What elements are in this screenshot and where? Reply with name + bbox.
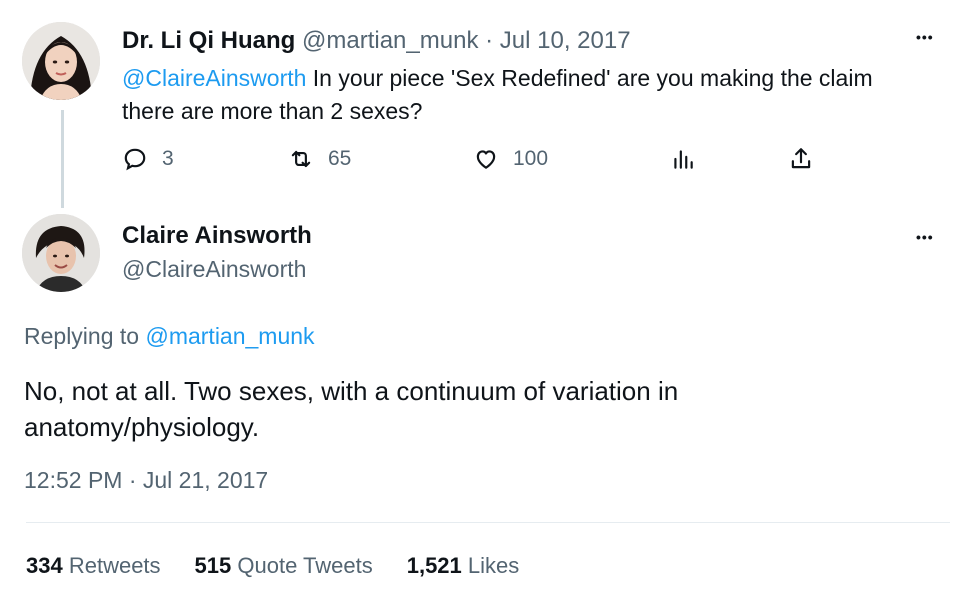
tweet2-name-text[interactable]: Claire Ainsworth	[122, 222, 312, 249]
retweets-label: Retweets	[62, 553, 161, 578]
tweet1-more-icon[interactable]: •••	[916, 30, 934, 44]
avatar-claire-ainsworth[interactable]	[22, 214, 100, 292]
tweet1-text-line2: there are more than 2 sexes?	[122, 98, 423, 124]
replying-prefix: Replying to	[24, 323, 146, 349]
tweet2-author-name[interactable]: Claire Ainsworth	[122, 222, 312, 250]
tweet1-author-name[interactable]: Dr. Li Qi Huang	[122, 27, 295, 54]
tweet1-text-line1: In your piece 'Sex Redefined' are you ma…	[306, 65, 873, 91]
retweet-icon	[291, 150, 311, 168]
thread-connector-line	[61, 110, 64, 208]
like-count: 100	[513, 147, 549, 170]
likes-stat[interactable]: 1,521 Likes	[407, 553, 520, 579]
tweet2-body: No, not at all. Two sexes, with a contin…	[24, 373, 954, 445]
reply-count: 3	[162, 147, 174, 170]
replying-to-link[interactable]: @martian_munk	[145, 323, 314, 349]
tweet2-more-icon[interactable]: •••	[916, 230, 934, 244]
share-button[interactable]	[788, 146, 814, 172]
likes-label: Likes	[461, 553, 520, 578]
tweet2-timestamp[interactable]: 12:52 PM · Jul 21, 2017	[24, 467, 268, 494]
stats-divider	[26, 522, 950, 523]
like-icon	[476, 150, 496, 169]
tweet1-mention-link[interactable]: @ClaireAinsworth	[122, 65, 306, 91]
retweet-count: 65	[328, 147, 352, 170]
share-icon	[791, 148, 811, 169]
engagement-stats: 334 Retweets 515 Quote Tweets 1,521 Like…	[26, 553, 519, 579]
likes-count: 1,521	[406, 553, 462, 578]
tweet1-header: Dr. Li Qi Huang @martian_munk · Jul 10, …	[122, 27, 631, 55]
reply-icon	[124, 148, 146, 171]
retweet-button[interactable]: 65	[288, 146, 351, 172]
retweets-count: 334	[26, 553, 63, 578]
retweets-stat[interactable]: 334 Retweets	[26, 553, 161, 579]
tweet2-handle[interactable]: @ClaireAinsworth	[122, 256, 306, 283]
tweet1-date[interactable]: Jul 10, 2017	[500, 27, 631, 54]
views-icon	[674, 150, 693, 169]
tweet1-separator: ·	[485, 27, 494, 54]
tweet1-handle[interactable]: @martian_munk	[302, 27, 478, 54]
quote-tweets-count: 515	[194, 553, 232, 578]
reply-button[interactable]: 3	[122, 146, 174, 172]
quote-tweets-label: Quote Tweets	[231, 553, 373, 578]
quote-tweets-stat[interactable]: 515 Quote Tweets	[195, 553, 373, 579]
tweet1-body: @ClaireAinsworth In your piece 'Sex Rede…	[122, 62, 962, 128]
tweet2-text-line2: anatomy/physiology.	[24, 412, 260, 442]
like-button[interactable]: 100	[473, 146, 548, 172]
tweet2-text-line1: No, not at all. Two sexes, with a contin…	[24, 376, 679, 406]
views-button[interactable]	[670, 146, 696, 172]
avatar-li-qi-huang[interactable]	[22, 22, 100, 100]
replying-to-line: Replying to @martian_munk	[24, 323, 315, 350]
